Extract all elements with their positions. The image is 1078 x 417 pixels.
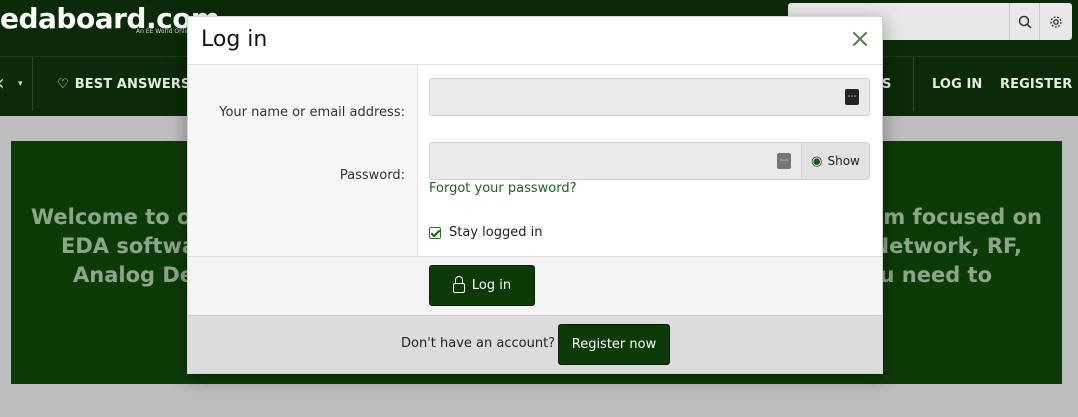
password-manager-icon[interactable]: ⋯ [845,89,859,105]
username-input[interactable] [430,79,830,115]
no-account-text: Don't have an account? [401,336,556,351]
eye-icon: ◉ [811,153,823,169]
show-password-button[interactable]: ◉ Show [801,143,869,179]
nav-login-label: LOG IN [932,76,983,92]
logo-tagline: An EE World Online [136,28,194,35]
password-manager-icon[interactable]: ⋯ [777,153,791,169]
welcome-line: Analog Des [73,263,207,287]
nav-divider [913,57,914,111]
nav-register-label: REGISTER [1000,76,1073,92]
register-row: Don't have an account? Register now [188,315,882,373]
welcome-line: EDA softwa [61,234,197,258]
nav-divider [32,57,33,111]
nav-register[interactable]: REGISTER [1000,57,1072,111]
welcome-text-left: Welcome to ou EDA softwa Analog Des [31,203,207,290]
register-now-label: Register now [571,337,657,352]
show-password-label: Show [827,154,860,168]
nav-best-answers[interactable]: ♡ BEST ANSWERS [57,57,190,111]
settings-button[interactable] [1039,3,1072,40]
password-field[interactable]: ⋯ ◉ Show [429,142,870,180]
nav-best-answers-label: BEST ANSWERS [74,76,191,92]
password-input[interactable] [430,143,770,179]
close-icon[interactable]: × [848,25,872,53]
forgot-password-link[interactable]: Forgot your password? [429,181,577,196]
back-arrow-icon[interactable]: ‹ [0,71,5,96]
label-column: Your name or email address: Password: [188,65,418,256]
search-icon [1018,15,1032,29]
password-label: Password: [339,168,405,183]
login-button[interactable]: Log in [429,265,535,306]
caret-down-icon[interactable]: ▾ [18,79,23,89]
welcome-line: Welcome to ou [31,205,207,229]
username-field[interactable]: ⋯ [429,78,870,116]
heart-icon: ♡ [57,76,69,92]
checkbox-checked-icon[interactable] [429,226,441,239]
dialog-title: Log in [201,27,268,52]
username-label: Your name or email address: [219,105,405,120]
dialog-body: Your name or email address: Password: ⋯ … [188,65,882,256]
gear-icon [1050,15,1062,28]
lock-icon [452,275,465,293]
stay-logged-in-checkbox[interactable]: Stay logged in [429,225,542,240]
dialog-footer: Log in [188,256,882,315]
dialog-header: Log in × [188,17,882,65]
nav-login[interactable]: LOG IN [932,57,982,111]
nav-partial-item[interactable]: S [882,77,891,92]
login-dialog: Log in × Your name or email address: Pas… [187,16,883,374]
search-button[interactable] [1009,3,1039,40]
stay-logged-in-label: Stay logged in [449,225,543,240]
register-now-button[interactable]: Register now [558,324,670,365]
login-button-label: Log in [471,278,512,293]
